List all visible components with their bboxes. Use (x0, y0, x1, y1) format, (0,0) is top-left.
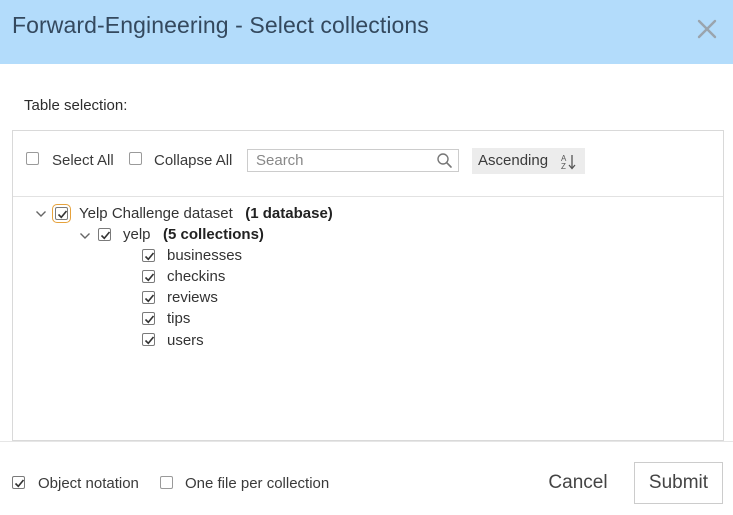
object-notation-label[interactable]: Object notation (38, 475, 139, 492)
collection-checkbox[interactable] (142, 312, 155, 325)
search-input[interactable] (248, 150, 434, 171)
tree-database-name: yelp (123, 226, 151, 243)
sort-alpha-icon: A Z (561, 154, 576, 170)
tree-database-item[interactable]: yelp (5 collections) (123, 226, 264, 243)
check-icon (100, 231, 111, 240)
check-icon (144, 294, 155, 303)
collection-item[interactable]: tips (167, 310, 190, 327)
tree-database-count: (5 collections) (163, 226, 264, 243)
collection-item[interactable]: checkins (167, 268, 225, 285)
search-icon[interactable] (436, 152, 453, 169)
search-box (247, 149, 459, 172)
dialog-title: Forward-Engineering - Select collections (12, 12, 429, 38)
check-icon (57, 210, 68, 219)
select-all-checkbox[interactable] (26, 152, 39, 165)
submit-button[interactable]: Submit (634, 462, 723, 504)
chevron-down-icon[interactable] (35, 208, 47, 220)
dialog-header: Forward-Engineering - Select collections (0, 0, 733, 64)
collection-item[interactable]: reviews (167, 289, 218, 306)
database-checkbox[interactable] (98, 228, 111, 241)
object-notation-checkbox[interactable] (12, 476, 25, 489)
close-button[interactable] (695, 17, 719, 41)
table-selection-label: Table selection: (24, 97, 128, 114)
sort-order-label: Ascending (478, 152, 549, 169)
table-selection-panel: Select All Collapse All Ascending A Z (12, 130, 724, 441)
collection-checkbox[interactable] (142, 333, 155, 346)
root-checkbox[interactable] (52, 204, 71, 223)
check-icon (144, 336, 155, 345)
check-icon (144, 273, 155, 282)
collection-checkbox[interactable] (142, 249, 155, 262)
cancel-button[interactable]: Cancel (540, 462, 616, 504)
collapse-all-checkbox[interactable] (129, 152, 142, 165)
close-icon (697, 19, 717, 39)
check-icon (144, 252, 155, 261)
collection-item[interactable]: businesses (167, 247, 242, 264)
selection-toolbar: Select All Collapse All Ascending A Z (13, 131, 723, 197)
collection-checkbox[interactable] (142, 291, 155, 304)
tree-root-item[interactable]: Yelp Challenge dataset (1 database) (79, 205, 333, 222)
tree-root-count: (1 database) (245, 205, 333, 222)
check-icon (14, 479, 25, 488)
sort-order-button[interactable]: Ascending A Z (472, 148, 585, 174)
collapse-all-label[interactable]: Collapse All (154, 152, 232, 169)
tree-root-name: Yelp Challenge dataset (79, 205, 233, 222)
collection-item[interactable]: users (167, 332, 204, 349)
one-file-per-collection-label[interactable]: One file per collection (185, 475, 329, 492)
chevron-down-icon[interactable] (79, 230, 91, 242)
check-icon (144, 315, 155, 324)
one-file-per-collection-checkbox[interactable] (160, 476, 173, 489)
svg-text:Z: Z (561, 162, 566, 170)
footer-divider (0, 441, 733, 442)
collection-checkbox[interactable] (142, 270, 155, 283)
select-all-label[interactable]: Select All (52, 152, 114, 169)
